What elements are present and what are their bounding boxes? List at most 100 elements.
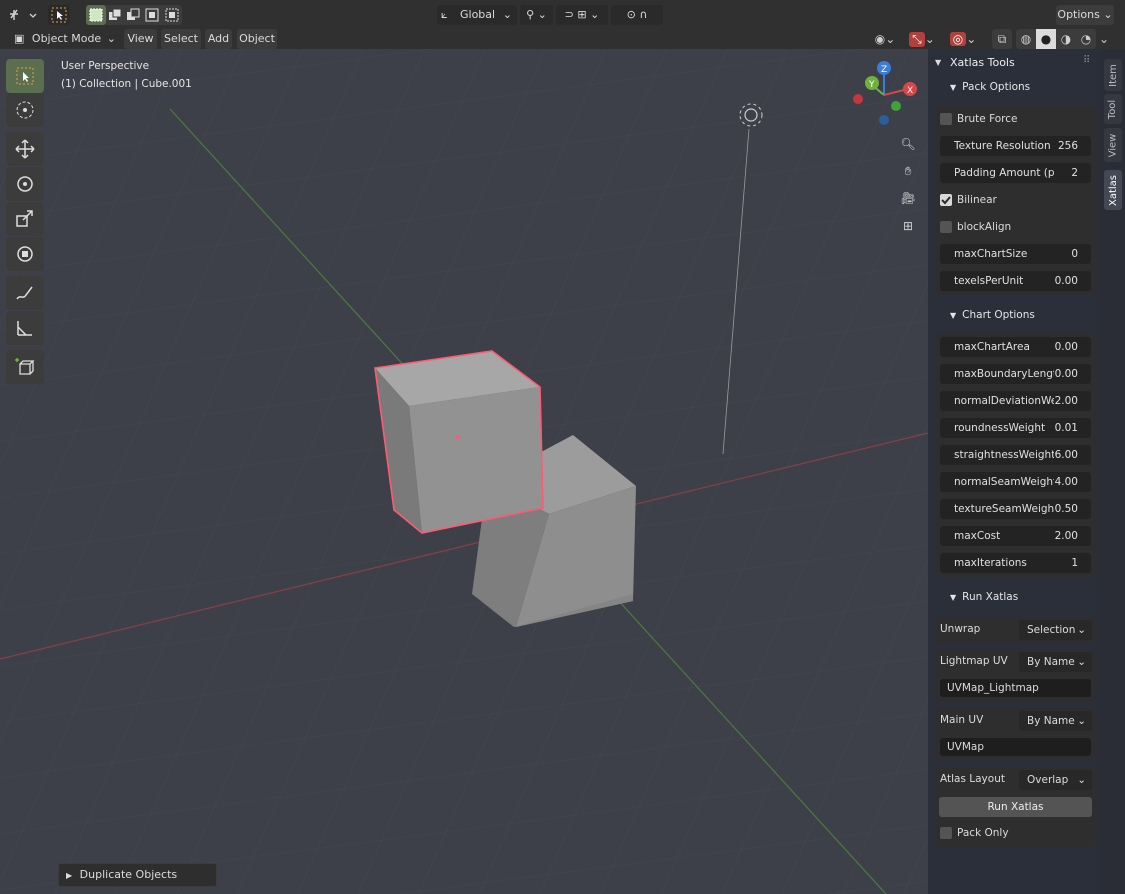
chart-option-field[interactable]: roundnessWeight 0.01 bbox=[940, 418, 1091, 438]
pack-options-header[interactable]: ▼ Pack Options bbox=[950, 81, 1030, 93]
select-mode-invert-icon[interactable] bbox=[142, 5, 162, 25]
measure-icon bbox=[17, 321, 32, 336]
checkmark-icon bbox=[940, 194, 952, 206]
bilinear-checkbox[interactable]: Bilinear bbox=[940, 193, 997, 207]
zoom-icon[interactable]: 🔍︎ bbox=[897, 133, 919, 155]
drag-handle-icon[interactable]: ⠿ bbox=[1083, 55, 1090, 66]
tab-xatlas[interactable]: Xatlas bbox=[1104, 170, 1122, 210]
chevron-down-icon: ⌄ bbox=[1077, 656, 1086, 668]
run-xatlas-button[interactable]: Run Xatlas bbox=[939, 797, 1092, 817]
perspective-toggle-icon[interactable]: ⊞ bbox=[897, 215, 919, 237]
pan-hand-icon[interactable]: ✋︎ bbox=[897, 160, 919, 182]
tab-view[interactable]: View bbox=[1104, 128, 1122, 162]
gizmo-x-label: X bbox=[907, 86, 913, 96]
mode-dropdown[interactable]: ▣ Object Mode ⌄ bbox=[8, 29, 120, 49]
cube-001-object[interactable] bbox=[374, 350, 544, 534]
main-uv-label: Main UV bbox=[940, 714, 984, 726]
transform-orientation-dropdown[interactable]: ⟀ Global ⌄ bbox=[437, 5, 517, 25]
navigation-gizmo[interactable]: Z Y X bbox=[846, 59, 926, 129]
select-menu[interactable]: Select bbox=[161, 29, 201, 49]
orientation-icon: ⟀ bbox=[441, 8, 448, 21]
options-dropdown[interactable]: Options ⌄ bbox=[1056, 5, 1114, 25]
cursor-tool[interactable] bbox=[6, 93, 44, 127]
chart-option-field[interactable]: normalSeamWeight 4.00 bbox=[940, 472, 1091, 492]
select-box-tool[interactable] bbox=[6, 59, 44, 93]
gizmo-z-label: Z bbox=[881, 65, 887, 75]
chevron-right-icon: ▶ bbox=[66, 871, 73, 880]
snapping-dropdown[interactable]: ⊃ ⊞ ⌄ bbox=[556, 5, 608, 25]
chart-option-field[interactable]: maxCost 2.00 bbox=[940, 526, 1091, 546]
select-mode-intersect-icon[interactable] bbox=[162, 5, 182, 25]
chevron-down-icon: ⌄ bbox=[502, 8, 512, 21]
unwrap-dropdown[interactable]: Selection ⌄ bbox=[1019, 620, 1092, 640]
chevron-down-icon[interactable]: ▼ bbox=[935, 58, 941, 67]
collection-label: (1) Collection | Cube.001 bbox=[61, 78, 192, 90]
chevron-down-icon: ▼ bbox=[950, 311, 957, 320]
chevron-down-icon: ⌄ bbox=[1077, 715, 1086, 727]
scene-canvas bbox=[0, 49, 928, 894]
brute-force-checkbox[interactable]: Brute Force bbox=[940, 112, 1018, 126]
chart-option-field[interactable]: maxBoundaryLengt 0.00 bbox=[940, 364, 1091, 384]
pivot-point-dropdown[interactable]: ⚲ ⌄ bbox=[520, 5, 553, 25]
add-cube-icon bbox=[15, 358, 35, 375]
run-xatlas-header[interactable]: ▼ Run Xatlas bbox=[950, 591, 1018, 603]
gizmo-toggle-icon[interactable]: ⤡ ⌄ bbox=[904, 29, 940, 49]
chevron-down-icon: ▼ bbox=[950, 83, 957, 92]
chart-option-field[interactable]: normalDeviationWei 2.00 bbox=[940, 391, 1091, 411]
chart-option-field[interactable]: maxChartArea 0.00 bbox=[940, 337, 1091, 357]
add-menu[interactable]: Add bbox=[205, 29, 232, 49]
transform-icon bbox=[17, 246, 33, 262]
move-icon bbox=[15, 139, 35, 159]
object-mode-icon: ▣ bbox=[14, 32, 25, 45]
texture-resolution-field[interactable]: Texture Resolution (p 256 bbox=[940, 136, 1091, 156]
object-menu[interactable]: Object bbox=[237, 29, 277, 49]
material-shading-icon[interactable]: ◑ bbox=[1056, 29, 1076, 49]
pack-only-checkbox[interactable]: Pack Only bbox=[940, 826, 1009, 840]
main-uv-mode-dropdown[interactable]: By Name ⌄ bbox=[1019, 711, 1092, 731]
max-chart-size-field[interactable]: maxChartSize 0 bbox=[940, 244, 1091, 264]
tab-tool[interactable]: Tool bbox=[1104, 94, 1122, 124]
proportional-editing-dropdown[interactable]: ⊙ ∩ bbox=[611, 5, 663, 25]
camera-icon[interactable]: 🎥︎ bbox=[897, 187, 919, 209]
overlays-icon[interactable]: ◎ ⌄ bbox=[946, 29, 980, 49]
select-box-icon bbox=[16, 67, 34, 85]
chart-options-header[interactable]: ▼ Chart Options bbox=[950, 309, 1035, 321]
add-cube-tool[interactable] bbox=[6, 350, 44, 384]
main-uv-name-input[interactable]: UVMap bbox=[940, 738, 1091, 756]
chart-option-field[interactable]: straightnessWeight 6.00 bbox=[940, 445, 1091, 465]
solid-shading-icon[interactable]: ● bbox=[1036, 29, 1056, 49]
wireframe-shading-icon[interactable]: ◍ bbox=[1016, 29, 1036, 49]
last-operator-panel[interactable]: ▶ Duplicate Objects bbox=[58, 863, 217, 887]
rendered-shading-icon[interactable]: ◔ bbox=[1076, 29, 1096, 49]
scale-tool[interactable] bbox=[6, 202, 44, 236]
cursor-icon bbox=[16, 101, 34, 119]
texels-per-unit-field[interactable]: texelsPerUnit 0.00 bbox=[940, 271, 1091, 291]
visibility-icon[interactable]: ◉⌄ bbox=[870, 29, 900, 49]
measure-tool[interactable] bbox=[6, 311, 44, 345]
chart-option-field[interactable]: maxIterations 1 bbox=[940, 553, 1091, 573]
rotate-tool[interactable] bbox=[6, 167, 44, 201]
atlas-layout-dropdown[interactable]: Overlap ⌄ bbox=[1019, 770, 1092, 790]
lightmap-mode-dropdown[interactable]: By Name ⌄ bbox=[1019, 652, 1092, 672]
3d-viewport[interactable]: User Perspective (1) Collection | Cube.0… bbox=[0, 49, 928, 894]
editor-type-icon[interactable] bbox=[8, 5, 40, 25]
move-tool[interactable] bbox=[6, 132, 44, 166]
annotate-tool[interactable] bbox=[6, 276, 44, 310]
rotate-icon bbox=[17, 176, 33, 192]
padding-amount-field[interactable]: Padding Amount (px) 2 bbox=[940, 163, 1091, 183]
top-header: ⟀ Global ⌄ ⚲ ⌄ ⊃ ⊞ ⌄ ⊙ ∩ Options ⌄ bbox=[0, 0, 1125, 29]
lightmap-uv-name-input[interactable]: UVMap_Lightmap bbox=[940, 679, 1091, 697]
tab-item[interactable]: Item bbox=[1104, 59, 1122, 91]
xray-toggle-icon[interactable]: ⧉ bbox=[992, 29, 1012, 49]
select-mode-new-icon[interactable] bbox=[86, 5, 106, 25]
transform-tool[interactable] bbox=[6, 237, 44, 271]
chart-option-field[interactable]: textureSeamWeight 0.50 bbox=[940, 499, 1091, 519]
view-menu[interactable]: View bbox=[124, 29, 157, 49]
select-mode-subtract-icon[interactable] bbox=[124, 5, 142, 25]
shading-options-chevron-icon[interactable]: ⌄ bbox=[1097, 29, 1111, 49]
chevron-down-icon: ▼ bbox=[950, 593, 957, 602]
select-tool-icon[interactable] bbox=[48, 5, 70, 25]
block-align-checkbox[interactable]: blockAlign bbox=[940, 220, 1011, 234]
select-mode-extend-icon[interactable] bbox=[106, 5, 124, 25]
chevron-down-icon: ⌄ bbox=[1077, 774, 1086, 786]
